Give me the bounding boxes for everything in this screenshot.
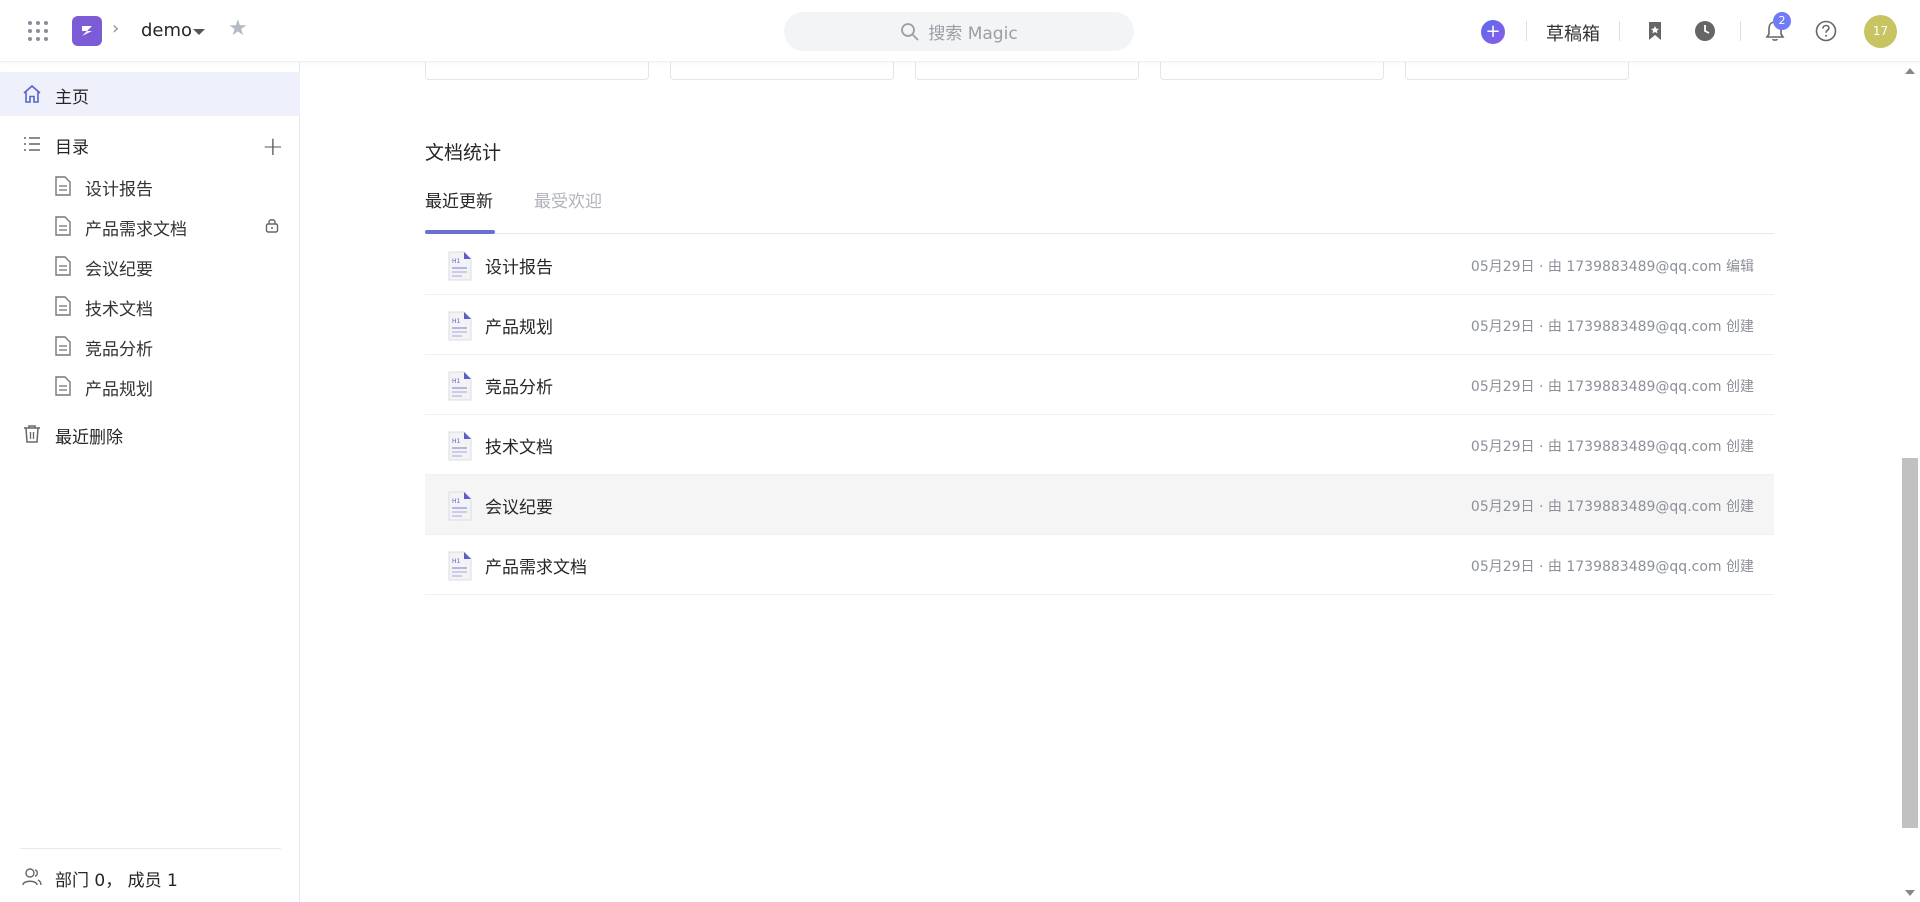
- sidebar-members-footer[interactable]: 部门 0， 成员 1: [0, 857, 300, 897]
- bookmark-icon[interactable]: [1644, 20, 1666, 42]
- stat-card[interactable]: [425, 62, 649, 80]
- history-icon[interactable]: [1694, 20, 1716, 42]
- sidebar-item-label: 最近删除: [55, 428, 123, 448]
- document-icon: [55, 176, 71, 196]
- members-count-label: 部门 0， 成员 1: [55, 871, 178, 891]
- document-icon: H1: [448, 311, 472, 341]
- document-list: H1 设计报告 05月29日 · 由 1739883489@qq.com 编辑 …: [425, 235, 1774, 595]
- svg-text:H1: H1: [452, 438, 461, 445]
- sidebar: 主页 目录 + 设计报告 产品需求文档 会议纪要 技术文档 竞品分析 产品规划: [0, 62, 300, 902]
- sidebar-doc-item[interactable]: 产品需求文档: [0, 206, 300, 246]
- sidebar-item-catalog[interactable]: 目录: [0, 124, 300, 164]
- document-title[interactable]: 设计报告: [485, 253, 553, 278]
- table-row[interactable]: H1 会议纪要 05月29日 · 由 1739883489@qq.com 创建: [425, 475, 1774, 535]
- sidebar-item-label: 主页: [55, 88, 89, 108]
- sidebar-item-trash[interactable]: 最近删除: [0, 414, 300, 454]
- tab-popular[interactable]: 最受欢迎: [534, 187, 602, 212]
- sidebar-doc-label: 竞品分析: [85, 340, 153, 360]
- list-icon: [24, 137, 40, 151]
- search-icon: [901, 22, 919, 41]
- star-icon[interactable]: ★: [228, 18, 248, 40]
- scrollbar-thumb[interactable]: [1902, 458, 1918, 828]
- chevron-right-icon: ›: [112, 18, 120, 39]
- sidebar-doc-item[interactable]: 技术文档: [0, 286, 300, 326]
- document-meta: 05月29日 · 由 1739883489@qq.com 编辑: [1470, 259, 1754, 275]
- home-icon: [23, 84, 41, 103]
- document-icon: H1: [448, 431, 472, 461]
- divider: [1740, 21, 1741, 41]
- document-title[interactable]: 技术文档: [485, 433, 553, 458]
- main-content: 文档统计 最近更新 最受欢迎 H1 设计报告 05月29日 · 由 173988…: [301, 62, 1901, 902]
- create-button[interactable]: +: [1481, 20, 1505, 44]
- space-name[interactable]: demo: [141, 20, 192, 41]
- sidebar-doc-item[interactable]: 会议纪要: [0, 246, 300, 286]
- stat-card[interactable]: [1405, 62, 1629, 80]
- svg-text:H1: H1: [452, 318, 461, 325]
- caret-down-icon[interactable]: [193, 29, 205, 35]
- svg-text:H1: H1: [452, 558, 461, 565]
- divider: [20, 848, 281, 849]
- document-title[interactable]: 会议纪要: [485, 493, 553, 518]
- sidebar-item-home[interactable]: 主页: [0, 72, 300, 116]
- divider: [1526, 21, 1527, 41]
- tab-recent[interactable]: 最近更新: [425, 187, 493, 212]
- document-meta: 05月29日 · 由 1739883489@qq.com 创建: [1470, 379, 1754, 395]
- document-icon: H1: [448, 371, 472, 401]
- search-input[interactable]: 搜索 Magic: [784, 12, 1134, 51]
- document-icon: [55, 376, 71, 396]
- tabs-divider: [425, 233, 1774, 234]
- table-row[interactable]: H1 产品需求文档 05月29日 · 由 1739883489@qq.com 创…: [425, 535, 1774, 595]
- document-icon: H1: [448, 551, 472, 581]
- section-title: 文档统计: [425, 142, 502, 164]
- stat-card[interactable]: [670, 62, 894, 80]
- sidebar-doc-item[interactable]: 竞品分析: [0, 326, 300, 366]
- scroll-down-arrow-icon[interactable]: [1905, 890, 1915, 896]
- document-title[interactable]: 竞品分析: [485, 373, 553, 398]
- help-icon[interactable]: [1815, 20, 1837, 42]
- document-icon: [55, 256, 71, 276]
- users-icon: [22, 868, 42, 886]
- add-doc-icon[interactable]: +: [262, 134, 284, 160]
- trash-icon: [24, 425, 40, 443]
- document-icon: H1: [448, 251, 472, 281]
- document-icon: [55, 296, 71, 316]
- active-tab-indicator: [425, 230, 495, 234]
- stat-card[interactable]: [1160, 62, 1384, 80]
- stat-card[interactable]: [915, 62, 1139, 80]
- document-meta: 05月29日 · 由 1739883489@qq.com 创建: [1470, 439, 1754, 455]
- avatar[interactable]: 17: [1864, 15, 1897, 48]
- document-icon: [55, 216, 71, 236]
- document-title[interactable]: 产品规划: [485, 313, 553, 338]
- document-icon: [55, 336, 71, 356]
- search-placeholder: 搜索 Magic: [928, 24, 1018, 44]
- top-bar: › demo ★ 搜索 Magic + 草稿箱 2 17: [0, 0, 1920, 62]
- table-row[interactable]: H1 产品规划 05月29日 · 由 1739883489@qq.com 创建: [425, 295, 1774, 355]
- svg-text:H1: H1: [452, 378, 461, 385]
- document-icon: H1: [448, 491, 472, 521]
- app-logo-icon[interactable]: [72, 16, 102, 46]
- sidebar-doc-label: 技术文档: [85, 300, 153, 320]
- sidebar-doc-item[interactable]: 设计报告: [0, 166, 300, 206]
- sidebar-doc-label: 产品需求文档: [85, 220, 187, 240]
- scroll-up-arrow-icon[interactable]: [1905, 68, 1915, 74]
- sidebar-doc-item[interactable]: 产品规划: [0, 366, 300, 406]
- table-row[interactable]: H1 技术文档 05月29日 · 由 1739883489@qq.com 创建: [425, 415, 1774, 475]
- document-meta: 05月29日 · 由 1739883489@qq.com 创建: [1470, 499, 1754, 515]
- table-row[interactable]: H1 设计报告 05月29日 · 由 1739883489@qq.com 编辑: [425, 235, 1774, 295]
- document-meta: 05月29日 · 由 1739883489@qq.com 创建: [1470, 319, 1754, 335]
- sidebar-doc-label: 设计报告: [85, 180, 153, 200]
- drafts-button[interactable]: 草稿箱: [1546, 20, 1600, 46]
- divider: [1619, 21, 1620, 41]
- notification-badge: 2: [1773, 12, 1791, 30]
- apps-grid-icon[interactable]: [28, 21, 48, 41]
- lock-icon: [265, 219, 279, 233]
- sidebar-doc-label: 会议纪要: [85, 260, 153, 280]
- svg-text:H1: H1: [452, 498, 461, 505]
- svg-text:H1: H1: [452, 258, 461, 265]
- sidebar-item-label: 目录: [55, 138, 89, 158]
- table-row[interactable]: H1 竞品分析 05月29日 · 由 1739883489@qq.com 创建: [425, 355, 1774, 415]
- sidebar-doc-label: 产品规划: [85, 380, 153, 400]
- document-meta: 05月29日 · 由 1739883489@qq.com 创建: [1470, 559, 1754, 575]
- document-title[interactable]: 产品需求文档: [485, 553, 587, 578]
